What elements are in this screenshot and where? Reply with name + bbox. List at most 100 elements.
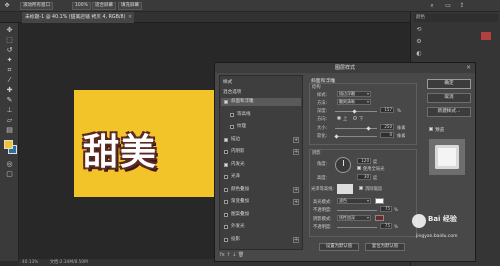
style-item-checkbox[interactable] [224, 162, 228, 167]
lasso-icon[interactable]: ↺ [3, 45, 16, 55]
style-item[interactable]: 颜色叠加 + [221, 186, 301, 194]
style-item-label: 斜面和浮雕 [231, 99, 254, 104]
effects-footer[interactable]: fx ↑ ↓ 🗑 [220, 252, 244, 258]
style-item-checkbox[interactable] [224, 212, 228, 217]
add-effect-icon[interactable]: + [293, 199, 299, 205]
style-item-checkbox[interactable] [224, 200, 228, 204]
history-icon[interactable]: ⟲ [415, 26, 423, 34]
shadow-color-chip[interactable] [375, 215, 384, 221]
add-effect-icon[interactable]: + [293, 136, 299, 143]
style-item[interactable]: 纹理 [221, 123, 301, 131]
fill-screen-button[interactable]: 填充屏幕 [118, 2, 142, 10]
highlight-opacity-input[interactable]: 75 [380, 206, 392, 212]
style-label: 样式: [317, 93, 328, 98]
gradient-icon[interactable]: ▤ [3, 125, 16, 135]
global-light-checkbox[interactable] [357, 166, 361, 170]
properties-icon[interactable]: ⚙ [415, 38, 423, 46]
share-icon[interactable]: ⇪ [458, 2, 466, 10]
style-item-checkbox[interactable] [224, 150, 228, 154]
zoom-100-button[interactable]: 100% [72, 2, 91, 10]
set-default-button[interactable]: 设置为默认值 [319, 243, 359, 251]
direction-down-radio[interactable] [353, 116, 357, 120]
highlight-opacity-slider[interactable] [337, 210, 377, 211]
antialias-checkbox[interactable] [359, 186, 363, 190]
style-item-checkbox[interactable] [230, 125, 234, 129]
cancel-button[interactable]: 取消 [427, 93, 471, 103]
eraser-icon[interactable]: ▱ [3, 115, 16, 125]
crop-icon[interactable]: ⌗ [3, 65, 16, 75]
style-item-checkbox[interactable] [224, 187, 228, 192]
reset-default-button[interactable]: 复位为默认值 [365, 243, 405, 251]
add-effect-icon[interactable]: + [293, 186, 299, 193]
workspace-icon[interactable]: ▭ [444, 2, 452, 10]
angle-input[interactable]: 120 [357, 158, 371, 164]
style-item-checkbox[interactable] [224, 175, 228, 179]
highlight-mode-label: 高光模式: [313, 200, 332, 205]
document-tab-title: 未标题-1 @ 40.1% (甜美店铺 拷贝 4, RGB/8) [25, 15, 126, 20]
document-tab[interactable]: 未标题-1 @ 40.1% (甜美店铺 拷贝 4, RGB/8) × [22, 12, 134, 23]
style-item[interactable]: 渐变叠加 + [221, 198, 301, 206]
highlight-mode-select[interactable]: 滤色 [337, 198, 371, 204]
add-effect-icon[interactable]: + [293, 149, 299, 155]
status-zoom[interactable]: 40.13% [22, 260, 38, 265]
quick-mask-icon[interactable]: ◎ [3, 159, 16, 169]
style-item[interactable]: 内阴影 + [221, 148, 301, 156]
style-item-checkbox[interactable] [224, 100, 228, 104]
ok-button[interactable]: 确定 [427, 79, 471, 89]
style-item[interactable]: 内发光 [221, 161, 301, 169]
direction-up-radio[interactable] [337, 116, 341, 120]
color-swatch[interactable] [481, 32, 491, 40]
technique-select[interactable]: 雕刻清晰 [337, 99, 371, 105]
soften-input[interactable]: 0 [380, 132, 394, 138]
highlight-color-chip[interactable] [375, 198, 384, 204]
stamp-icon[interactable]: ⊥ [3, 105, 16, 115]
style-item[interactable]: 斜面和浮雕 [221, 98, 301, 106]
highlight-opacity-unit: % [394, 207, 398, 212]
add-effect-icon[interactable]: + [293, 236, 299, 243]
shadow-mode-select[interactable]: 线性加深 [337, 215, 371, 221]
style-item-checkbox[interactable] [224, 225, 228, 229]
search-icon[interactable]: ⌕ [428, 2, 436, 10]
foreground-color-swatch[interactable] [4, 140, 13, 149]
style-item-checkbox[interactable] [230, 112, 234, 117]
blend-options-item[interactable]: 混合选项 [223, 89, 241, 95]
style-item[interactable]: 投影 + [221, 236, 301, 244]
adjustments-icon[interactable]: ◐ [415, 50, 423, 58]
style-item[interactable]: 图案叠加 [221, 211, 301, 219]
close-icon[interactable]: × [466, 63, 471, 73]
styles-header[interactable]: 样式 [223, 79, 232, 85]
move-icon[interactable]: ✥ [3, 25, 16, 35]
screen-mode-icon[interactable]: ▢ [3, 169, 16, 179]
shadow-opacity-slider[interactable] [337, 227, 377, 228]
style-item[interactable]: 光泽 [221, 173, 301, 181]
angle-dial[interactable] [335, 157, 351, 173]
style-item-checkbox[interactable] [224, 237, 228, 242]
size-input[interactable]: 250 [380, 124, 394, 130]
magic-wand-icon[interactable]: ✦ [3, 55, 16, 65]
depth-input[interactable]: 157 [380, 107, 394, 113]
eyedropper-icon[interactable]: ⁄ [3, 75, 16, 85]
soften-slider[interactable] [335, 136, 377, 137]
scroll-all-windows-button[interactable]: 滚动所有窗口 [20, 2, 53, 10]
healing-brush-icon[interactable]: ✚ [3, 85, 16, 95]
gloss-contour-label: 光泽等高线: [311, 187, 334, 192]
new-style-button[interactable]: 新建样式... [427, 107, 471, 117]
move-tool-icon[interactable]: ✥ [3, 2, 11, 10]
close-tab-icon[interactable]: × [128, 12, 132, 23]
style-item[interactable]: 外发光 [221, 223, 301, 231]
fit-screen-button[interactable]: 适合屏幕 [92, 2, 116, 10]
style-item[interactable]: 等高线 [221, 111, 301, 119]
style-select[interactable]: 描边浮雕 [337, 91, 371, 97]
dialog-title: 图层样式 [215, 63, 475, 73]
style-item[interactable]: 描边 + [221, 136, 301, 144]
brush-icon[interactable]: ✎ [3, 95, 16, 105]
shadow-opacity-label: 不透明度: [313, 225, 332, 230]
gloss-contour-preview[interactable] [337, 184, 353, 194]
color-panel-tab[interactable]: 颜色 [414, 14, 498, 22]
style-item-label: 纹理 [237, 124, 246, 129]
altitude-input[interactable]: 30 [357, 174, 371, 180]
style-item-checkbox[interactable] [224, 137, 228, 142]
marquee-icon[interactable]: ⬚ [3, 35, 16, 45]
preview-checkbox[interactable] [429, 127, 433, 131]
shadow-opacity-input[interactable]: 75 [380, 223, 392, 229]
